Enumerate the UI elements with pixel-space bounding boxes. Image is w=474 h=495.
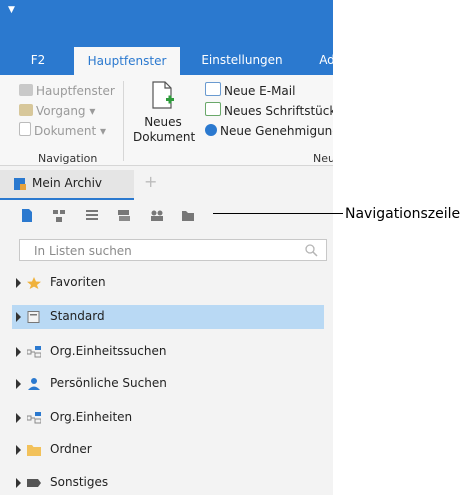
new-letter-button[interactable]: Neues Schriftstück <box>205 102 333 120</box>
new-document-icon <box>152 81 174 109</box>
archive-icon <box>14 178 26 190</box>
nav-hauptfenster-button[interactable]: Hauptfenster <box>19 82 115 100</box>
nav-dokument-button[interactable]: Dokument ▾ <box>19 122 106 140</box>
search-input[interactable] <box>32 243 296 259</box>
tree-item-persoenliche-suchen[interactable]: Persönliche Suchen <box>12 372 324 396</box>
application-window: ▼ F2 Hauptfenster Einstellungen Ad Haupt… <box>0 0 333 495</box>
org-icon <box>27 412 41 424</box>
callout-line <box>213 213 343 214</box>
ribbon-panel: Hauptfenster Vorgang ▾ Dokument ▾ Naviga… <box>0 75 333 166</box>
new-approval-button[interactable]: Neue Genehmigung <box>205 122 333 140</box>
quick-access-dropdown-icon[interactable]: ▼ <box>8 5 15 15</box>
org-icon <box>27 346 41 358</box>
folder-nav-icon[interactable] <box>181 209 195 222</box>
expand-caret-icon[interactable] <box>16 312 21 322</box>
tree-label: Favoriten <box>50 275 106 289</box>
navigation-group-label: Navigation <box>38 152 98 165</box>
tree-label: Org.Einheitssuchen <box>50 344 167 358</box>
tree-label: Persönliche Suchen <box>50 376 167 390</box>
person-icon <box>28 378 40 390</box>
new-document-button[interactable]: Neues Dokument <box>130 81 196 145</box>
tree-item-ordner[interactable]: Ordner <box>12 438 324 462</box>
stack-nav-icon[interactable] <box>117 209 131 222</box>
case-icon <box>19 104 33 116</box>
title-bar: ▼ <box>0 0 333 45</box>
expand-caret-icon[interactable] <box>16 445 21 455</box>
org-structure-icon[interactable] <box>52 209 66 222</box>
expand-caret-icon[interactable] <box>16 478 21 488</box>
new-email-button[interactable]: Neue E-Mail <box>205 82 295 100</box>
tree-item-sonstiges[interactable]: Sonstiges <box>12 471 324 495</box>
tree-label: Org.Einheiten <box>50 410 133 424</box>
search-icon[interactable] <box>305 244 318 257</box>
document-icon <box>19 122 31 136</box>
tab-hauptfenster[interactable]: Hauptfenster <box>74 47 180 75</box>
tree-item-org-einheitssuchen[interactable]: Org.Einheitssuchen <box>12 340 324 364</box>
tree-item-favoriten[interactable]: Favoriten <box>12 271 324 295</box>
expand-caret-icon[interactable] <box>16 379 21 389</box>
approval-icon <box>205 124 217 136</box>
users-nav-icon[interactable] <box>150 209 164 222</box>
folder-icon <box>27 445 41 456</box>
list-icon <box>27 311 40 323</box>
expand-caret-icon[interactable] <box>16 347 21 357</box>
document-nav-icon[interactable] <box>20 209 34 222</box>
star-icon <box>27 277 41 289</box>
tab-f2[interactable]: F2 <box>20 45 56 75</box>
expand-caret-icon[interactable] <box>16 278 21 288</box>
expand-caret-icon[interactable] <box>16 413 21 423</box>
tree-label: Sonstiges <box>50 475 109 489</box>
tab-ad[interactable]: Ad <box>312 45 333 75</box>
tree-item-standard[interactable]: Standard <box>12 305 324 329</box>
nav-vorgang-button[interactable]: Vorgang ▾ <box>19 102 95 120</box>
group-separator <box>123 81 124 161</box>
home-icon <box>19 84 33 96</box>
callout-navigationszeile: Navigationszeile <box>345 206 461 222</box>
email-icon <box>205 82 221 96</box>
tree-item-org-einheiten[interactable]: Org.Einheiten <box>12 406 324 430</box>
tab-mein-archiv[interactable]: Mein Archiv <box>0 170 134 200</box>
tab-einstellungen[interactable]: Einstellungen <box>196 45 288 75</box>
misc-icon <box>27 479 41 487</box>
letter-icon <box>205 102 221 116</box>
new-group-label: Neu <box>313 152 333 165</box>
ribbon-tab-bar: F2 Hauptfenster Einstellungen Ad <box>0 45 333 75</box>
tree-label: Standard <box>50 309 105 323</box>
new-document-label: Neues Dokument <box>133 115 196 144</box>
tree-label: Ordner <box>50 442 92 456</box>
search-box[interactable] <box>19 239 327 261</box>
add-tab-button[interactable]: + <box>144 172 157 191</box>
list-nav-icon[interactable] <box>85 209 99 222</box>
tab-mein-archiv-label: Mein Archiv <box>32 176 103 190</box>
navigation-bar <box>0 200 333 230</box>
